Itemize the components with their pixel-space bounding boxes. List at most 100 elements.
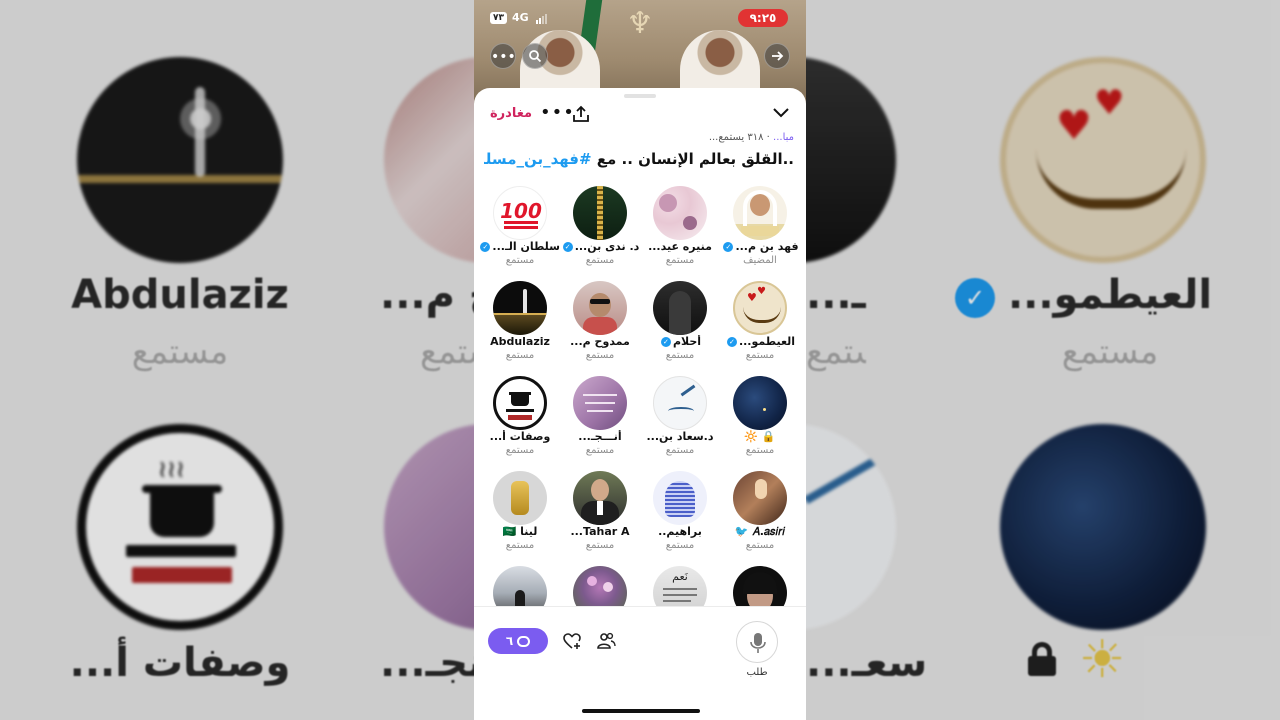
- participant-name-text: 🔒 🔆: [744, 430, 776, 443]
- request-mic-button[interactable]: [736, 621, 778, 663]
- participant-role: مستمع: [505, 445, 535, 456]
- chevron-down-icon[interactable]: [772, 106, 790, 120]
- more-options-button[interactable]: •••: [490, 43, 516, 69]
- purple-quote-avatar: [573, 376, 627, 430]
- participant-role: مستمع: [665, 255, 695, 266]
- share-icon[interactable]: [572, 105, 590, 123]
- participant-cell[interactable]: [560, 564, 640, 608]
- participant-cell[interactable]: وصفات أ... مستمع: [480, 374, 560, 466]
- participant-name-text: لينا 🇸🇦: [502, 525, 538, 538]
- sheet-grabber[interactable]: [624, 94, 656, 98]
- participant-role: مستمع: [585, 350, 615, 361]
- forward-button[interactable]: [764, 43, 790, 69]
- mic-icon: [750, 633, 766, 653]
- space-meta: مبا... · ٣١٨ يستمع...: [709, 132, 794, 143]
- participant-role: مستمع: [745, 350, 775, 361]
- participant-name: لينا 🇸🇦: [480, 525, 560, 538]
- people-icon[interactable]: [596, 631, 616, 651]
- participant-cell[interactable]: [480, 564, 560, 608]
- participant-name: Tahar A...: [560, 525, 640, 538]
- participant-cell[interactable]: ممدوح م... مستمع: [560, 279, 640, 371]
- cooking-pot-avatar: [493, 376, 547, 430]
- participant-name: 𝐴.𝑎𝑠𝑖𝑟𝑖 🐦: [720, 525, 800, 539]
- status-bar: ٧٣ 4G ٩:٢٥: [474, 8, 806, 30]
- participant-name-text: أنـــجـ...: [578, 430, 622, 443]
- signal-icon: [536, 14, 548, 24]
- add-reaction-icon[interactable]: [562, 631, 582, 651]
- participant-name-text: براهيم..: [658, 525, 702, 538]
- participant-cell[interactable]: 𝐴.𝑎𝑠𝑖𝑟𝑖 🐦 مستمع: [720, 469, 800, 561]
- participant-name-text: Abdulaziz: [490, 335, 550, 348]
- participant-cell[interactable]: نَعم: [640, 564, 720, 608]
- request-label: طلب: [746, 667, 768, 678]
- zipper-avatar: [573, 186, 627, 240]
- participant-name: سلطان الـ...✓: [480, 240, 560, 253]
- participant-role: مستمع: [665, 350, 695, 361]
- dark-figure-avatar: [653, 281, 707, 335]
- participant-role: مستمع: [505, 540, 535, 551]
- participant-name: د. ندى بن...✓: [560, 240, 640, 253]
- verified-badge-icon: ✓: [562, 242, 573, 252]
- participant-role: مستمع: [505, 255, 535, 266]
- participant-name: Abdulaziz: [480, 335, 560, 348]
- participant-cell[interactable]: أحلام✓ مستمع: [640, 279, 720, 371]
- participant-cell[interactable]: د.سعاد بن... مستمع: [640, 374, 720, 466]
- gold-pendant-avatar: [493, 471, 547, 525]
- participant-cell[interactable]: 🔒 🔆 مستمع: [720, 374, 800, 466]
- participant-name-text: وصفات أ...: [489, 430, 551, 443]
- room-avatar: [733, 471, 787, 525]
- verified-badge-icon: ✓: [480, 242, 491, 252]
- participant-name-text: 𝐴.𝑎𝑠𝑖𝑟𝑖 🐦: [734, 525, 786, 538]
- verified-badge-icon: ✓: [726, 337, 737, 347]
- leave-button[interactable]: مغادرة: [490, 106, 532, 121]
- verified-badge-icon: ✓: [660, 337, 671, 347]
- participant-cell[interactable]: منيره عيد... مستمع: [640, 184, 720, 276]
- participant-cell[interactable]: فهد بن م...✓ المضيف: [720, 184, 800, 276]
- comment-count: ٦: [505, 634, 514, 648]
- participant-name: وصفات أ...: [480, 430, 560, 443]
- title-hashtag[interactable]: #فهد_بن_مسلم: [484, 150, 592, 168]
- participant-cell[interactable]: براهيم.. مستمع: [640, 469, 720, 561]
- more-menu-button[interactable]: •••: [540, 102, 575, 123]
- bottom-bar: ٦ طلب: [474, 606, 806, 720]
- listener-count: ٣١٨ يستمع...: [708, 132, 764, 143]
- search-icon: [529, 50, 542, 63]
- home-indicator[interactable]: [582, 709, 700, 713]
- participant-cell[interactable]: Tahar A... مستمع: [560, 469, 640, 561]
- participant-role: مستمع: [585, 445, 615, 456]
- arrow-right-icon: [772, 51, 784, 61]
- participant-cell[interactable]: لينا 🇸🇦 مستمع: [480, 469, 560, 561]
- participant-cell[interactable]: Abdulaziz مستمع: [480, 279, 560, 371]
- participant-name-text: أحلام: [672, 335, 702, 348]
- network-label: 4G: [512, 11, 529, 24]
- participant-role: مستمع: [665, 445, 695, 456]
- space-title: ..القلق بعالم الإنسان .. مع #فهد_بن_مسلم: [484, 150, 794, 168]
- night-sky-avatar: [733, 376, 787, 430]
- comments-button[interactable]: ٦: [488, 628, 548, 654]
- participant-name-text: Tahar A...: [570, 525, 630, 538]
- participant-name: ممدوح م...: [560, 335, 640, 348]
- participant-name: أنـــجـ...: [560, 430, 640, 443]
- participant-cell[interactable]: د. ندى بن...✓ مستمع: [560, 184, 640, 276]
- participant-cell[interactable]: أنـــجـ... مستمع: [560, 374, 640, 466]
- participant-name: العيطمو...✓: [720, 335, 800, 348]
- note-avatar-text: نَعم: [672, 570, 688, 583]
- participant-role: المضيف: [743, 255, 777, 266]
- participant-role: مستمع: [585, 540, 615, 551]
- participant-name: فهد بن م...✓: [720, 240, 800, 253]
- participant-name: منيره عيد...: [640, 240, 720, 253]
- floral-avatar: [653, 186, 707, 240]
- participant-name: أحلام✓: [640, 335, 720, 348]
- fountain-avatar: [493, 281, 547, 335]
- participant-cell[interactable]: 100 سلطان الـ...✓ مستمع: [480, 184, 560, 276]
- participant-role: مستمع: [585, 255, 615, 266]
- flowers-avatar: [573, 566, 627, 608]
- search-button[interactable]: [522, 43, 548, 69]
- participant-role: مستمع: [665, 540, 695, 551]
- meta-dot: ·: [763, 132, 770, 143]
- participant-cell[interactable]: [720, 564, 800, 608]
- man-avatar: [573, 281, 627, 335]
- participant-cell[interactable]: ♥ ♥ العيطمو...✓ مستمع: [720, 279, 800, 371]
- participant-name: 🔒 🔆: [720, 430, 800, 443]
- participant-name: براهيم..: [640, 525, 720, 538]
